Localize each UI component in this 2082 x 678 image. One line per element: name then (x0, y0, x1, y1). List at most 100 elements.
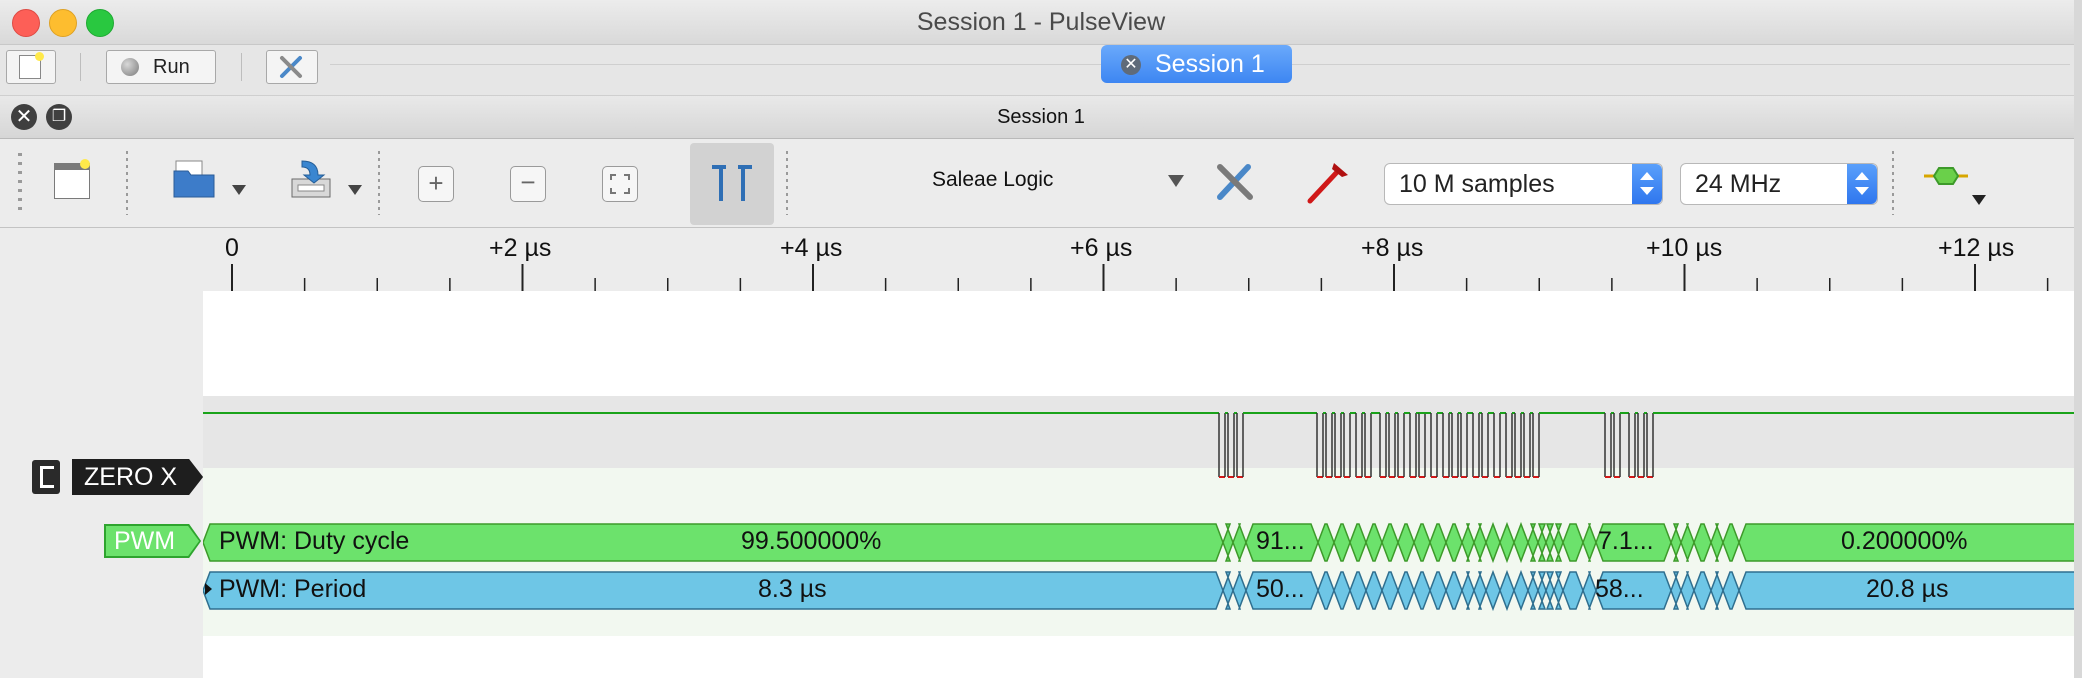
decoder-annotation[interactable] (1413, 571, 1431, 610)
title-bar: Session 1 - PulseView (0, 0, 2082, 45)
decoder-annotation[interactable] (1537, 523, 1547, 562)
logic-channel-icon (32, 460, 60, 494)
run-status-icon (121, 58, 139, 76)
decoder-annotation[interactable] (1670, 523, 1682, 562)
close-tab-icon[interactable]: ✕ (1121, 55, 1141, 75)
decoder-annotation[interactable] (1722, 523, 1740, 562)
decoder-tag-pwm[interactable]: PWM (104, 524, 201, 558)
decoder-annotation[interactable] (1513, 521, 1529, 564)
decoder-annotation[interactable] (1397, 523, 1415, 562)
separator (80, 53, 81, 81)
save-button[interactable] (288, 157, 368, 209)
decoder-annotation[interactable] (1317, 571, 1335, 610)
decoder-annotation[interactable] (1562, 571, 1584, 610)
trace-view[interactable]: PWM: Duty cycle PWM: Period 99.500000% 9… (203, 291, 2082, 678)
decoder-annotation[interactable] (1537, 571, 1547, 610)
channel-tag-zero-x[interactable]: ZERO X (72, 459, 203, 495)
decoder-annotation[interactable] (1693, 571, 1712, 610)
expand-row-icon[interactable] (205, 583, 212, 595)
decoder-annotation[interactable] (1485, 521, 1501, 564)
separator (126, 151, 128, 215)
decoder-annotation[interactable] (1429, 523, 1447, 562)
decoder-annotation[interactable] (1232, 571, 1247, 610)
decoder-annotation[interactable] (1582, 523, 1597, 562)
save-export-icon (291, 160, 331, 198)
decoder-annotation[interactable] (1680, 523, 1695, 562)
decoder-annotation[interactable] (1499, 569, 1515, 612)
decoder-annotation[interactable] (1445, 523, 1463, 562)
tab-session-1[interactable]: ✕ Session 1 (1101, 45, 1292, 83)
device-config-button[interactable] (1210, 157, 1260, 207)
zoom-out-icon: − (520, 167, 536, 197)
decoder-annotation[interactable] (1429, 571, 1447, 610)
settings-button[interactable] (266, 50, 318, 84)
decoder-annotation[interactable] (1381, 523, 1399, 562)
separator (786, 151, 788, 215)
probe-config-button[interactable] (1304, 157, 1354, 207)
decoder-annotation[interactable] (1545, 523, 1555, 562)
decoder-annotation[interactable] (1317, 523, 1335, 562)
decoder-annotation[interactable] (1333, 523, 1351, 562)
spin-arrows-icon (1632, 164, 1662, 204)
decoder-annotation[interactable] (1670, 571, 1682, 610)
decoder-annotation[interactable] (1680, 571, 1695, 610)
decoder-annotation[interactable] (1722, 571, 1740, 610)
decoder-annotation[interactable] (1365, 523, 1383, 562)
add-decoder-button[interactable] (1924, 161, 1986, 211)
zoom-fit-button[interactable] (602, 166, 638, 202)
decoder-annotation[interactable] (1562, 523, 1584, 562)
ruler-tick-label: +8 µs (1361, 234, 1424, 262)
device-selector[interactable]: Saleae Logic (900, 159, 1190, 199)
decoder-label: PWM (114, 527, 176, 555)
dropdown-arrow-icon (1972, 195, 1986, 205)
decoder-annotation[interactable] (1553, 571, 1564, 610)
new-view-button[interactable] (6, 50, 56, 84)
decoder-annotations (203, 521, 2082, 612)
zoom-in-button[interactable]: + (418, 166, 454, 202)
run-button[interactable]: Run (106, 50, 216, 84)
sample-rate-selector[interactable]: 24 MHz (1680, 163, 1878, 205)
zoom-out-button[interactable]: − (510, 166, 546, 202)
decoder-annotation[interactable] (1461, 523, 1475, 562)
decoder-annotation[interactable] (1381, 571, 1399, 610)
decoder-annotation[interactable] (1513, 569, 1529, 612)
decoder-annotation[interactable] (1413, 523, 1431, 562)
decoder-annotation[interactable] (1365, 571, 1383, 610)
decoder-annotation[interactable] (1333, 571, 1351, 610)
decoder-annotation[interactable] (1397, 571, 1415, 610)
period-value: 8.3 µs (758, 575, 827, 603)
decoder-annotation[interactable] (1222, 523, 1234, 562)
decoder-annotation[interactable] (1473, 571, 1487, 610)
decoder-annotation[interactable] (1349, 571, 1367, 610)
decoder-annotation[interactable] (1232, 523, 1247, 562)
new-view-button[interactable] (52, 159, 92, 199)
cursor-toggle-button[interactable] (690, 143, 774, 225)
decoder-annotation[interactable] (1445, 571, 1463, 610)
separator (241, 53, 242, 81)
decoder-annotation[interactable] (1527, 523, 1539, 562)
main-toolbar: + − Saleae Logic 10 M samples 24 MHz (0, 139, 2082, 228)
folder-open-icon (173, 160, 215, 198)
dropdown-arrow-icon (348, 185, 362, 195)
decoder-annotation[interactable] (1710, 571, 1724, 610)
decoder-annotation[interactable] (1349, 523, 1367, 562)
decoder-annotation[interactable] (1499, 521, 1515, 564)
open-button[interactable] (172, 157, 252, 209)
decoder-annotation[interactable] (1222, 571, 1234, 610)
window-edge (2074, 0, 2082, 678)
decoder-annotation[interactable] (1527, 571, 1539, 610)
decoder-annotation[interactable] (1473, 523, 1487, 562)
duty-value: 7.1... (1598, 527, 1654, 555)
decoder-annotation[interactable] (1461, 571, 1475, 610)
decoder-annotation[interactable] (1553, 523, 1564, 562)
decoder-annotation[interactable] (1710, 523, 1724, 562)
sample-count-selector[interactable]: 10 M samples (1384, 163, 1663, 205)
window-title: Session 1 - PulseView (916, 8, 1166, 36)
decoder-annotation[interactable] (1485, 569, 1501, 612)
dropdown-arrow-icon (1168, 175, 1184, 187)
decoder-annotation[interactable] (1545, 571, 1555, 610)
dropdown-arrow-icon (232, 185, 246, 195)
decoder-annotation[interactable] (1693, 523, 1712, 562)
time-ruler[interactable]: 0 +2 µs +4 µs +6 µs +8 µs +10 µs +12 µs (203, 228, 2082, 291)
duty-value: 91... (1256, 527, 1305, 555)
